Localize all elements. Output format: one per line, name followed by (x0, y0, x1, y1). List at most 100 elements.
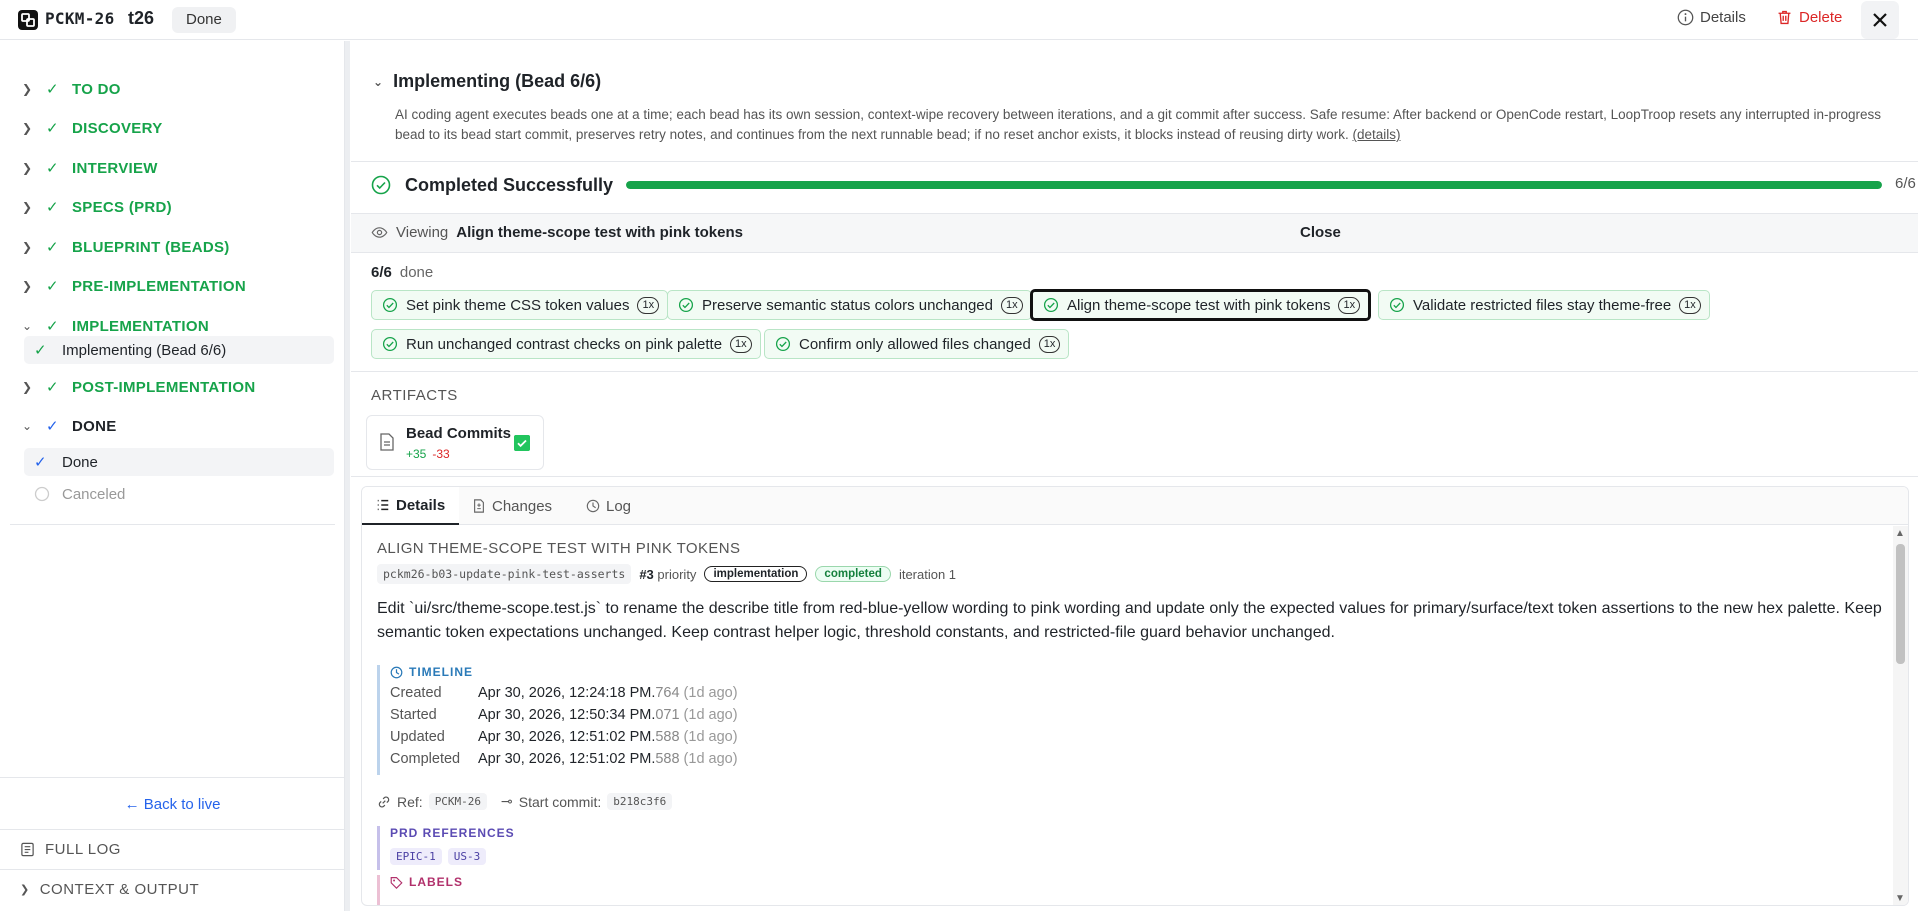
phase-interview[interactable]: ❯ ✓ INTERVIEW (22, 156, 158, 180)
check-icon: ✓ (46, 160, 59, 177)
scroll-down-icon[interactable]: ▼ (1895, 893, 1905, 904)
viewing-close-button[interactable]: Close (1300, 224, 1341, 241)
divider (351, 161, 1918, 162)
phase-label: DONE (72, 417, 117, 435)
check-icon: ✓ (46, 278, 59, 295)
delete-button[interactable]: Delete (1776, 9, 1842, 26)
scroll-up-icon[interactable]: ▲ (1895, 528, 1905, 539)
bead-multiplier: 1x (637, 296, 660, 314)
tab-log[interactable]: Log (572, 487, 645, 525)
artifact-card-bead-commits[interactable]: Bead Commits +35 -33 (366, 415, 544, 470)
labels-heading: LABELS (390, 875, 677, 889)
bead-chip[interactable]: Run unchanged contrast checks on pink pa… (371, 329, 761, 359)
commit-icon: ⊸ (501, 793, 513, 809)
bead-chip-active[interactable]: Align theme-scope test with pink tokens 1… (1030, 289, 1372, 321)
chevron-right-icon: ❯ (22, 200, 33, 214)
sidebar-resize-handle[interactable] (345, 41, 350, 911)
bead-chip[interactable]: Validate restricted files stay theme-fre… (1378, 290, 1710, 320)
full-log-button[interactable]: FULL LOG (20, 838, 121, 860)
bead-chip[interactable]: Set pink theme CSS token values 1x (371, 290, 669, 320)
start-commit-value: b218c3f6 (607, 793, 673, 810)
beads-count-value: 6/6 (371, 264, 392, 281)
chevron-down-icon: ⌄ (373, 74, 384, 89)
phase-label: SPECS (PRD) (72, 198, 172, 216)
timeline-value: Apr 30, 2026, 12:50:34 PM. (478, 707, 656, 723)
phase-label: PRE-IMPLEMENTATION (72, 277, 247, 295)
phase-pre-implementation[interactable]: ❯ ✓ PRE-IMPLEMENTATION (22, 274, 246, 298)
check-icon: ✓ (46, 81, 59, 98)
prd-ref-chip[interactable]: US-3 (447, 848, 487, 865)
bead-multiplier: 1x (730, 335, 752, 353)
check-circle-icon (1389, 297, 1405, 313)
beads-count: 6/6 done (371, 264, 433, 281)
check-circle-icon (371, 175, 391, 195)
timeline-section: TIMELINE Created Apr 30, 2026, 12:24:18 P… (377, 665, 977, 775)
prd-references-section: PRD REFERENCES EPIC-1 US-3 (377, 826, 677, 870)
phase-implementation[interactable]: ⌄ ✓ IMPLEMENTATION (22, 314, 209, 338)
sidebar-item-implementing[interactable]: ✓ Implementing (Bead 6/6) (24, 336, 334, 364)
bead-description: Edit `ui/src/theme-scope.test.js` to ren… (377, 600, 1882, 641)
scrollbar[interactable]: ▲ ▼ (1893, 526, 1908, 905)
bead-chip[interactable]: Preserve semantic status colors unchange… (667, 290, 1032, 320)
stage-description: AI coding agent executes beads one at a … (395, 105, 1895, 145)
completed-label: Completed Successfully (405, 174, 614, 195)
check-icon: ✓ (46, 120, 59, 137)
phase-todo[interactable]: ❯ ✓ TO DO (22, 77, 121, 101)
clock-icon (390, 666, 403, 678)
check-icon: ✓ (34, 342, 47, 359)
check-icon: ✓ (34, 454, 47, 471)
progress-fill (626, 181, 1882, 189)
sidebar-item-canceled[interactable]: Canceled (24, 480, 334, 508)
stage-header[interactable]: ⌄ Implementing (Bead 6/6) (373, 71, 601, 92)
details-button[interactable]: Details (1677, 9, 1746, 26)
bead-title: ALIGN THEME-SCOPE TEST WITH PINK TOKENS (377, 540, 741, 557)
details-link[interactable]: (details) (1353, 127, 1401, 142)
lines-removed: -33 (432, 447, 450, 461)
phase-done[interactable]: ⌄ ✓ DONE (22, 414, 117, 438)
bead-label: Set pink theme CSS token values (406, 296, 630, 314)
prd-ref-chip[interactable]: EPIC-1 (390, 848, 442, 865)
close-icon (1873, 13, 1887, 27)
bead-chip[interactable]: Confirm only allowed files changed 1x (764, 329, 1070, 359)
divider (351, 476, 1918, 477)
back-to-live-link[interactable]: ← Back to live (0, 796, 345, 813)
close-button[interactable] (1861, 1, 1899, 39)
phase-specs[interactable]: ❯ ✓ SPECS (PRD) (22, 195, 172, 219)
artifact-diff: +35 -33 (406, 447, 450, 461)
progress-bar (626, 181, 1882, 189)
ref-label: Ref: (397, 793, 423, 810)
chevron-down-icon: ⌄ (22, 419, 33, 433)
artifacts-heading: ARTIFACTS (371, 387, 458, 404)
details-content: ALIGN THEME-SCOPE TEST WITH PINK TOKENS … (362, 526, 1897, 905)
status-tag: completed (815, 566, 891, 582)
tab-label: Details (396, 496, 446, 514)
check-icon: ✓ (46, 199, 59, 216)
check-circle-icon (678, 297, 694, 313)
log-icon (586, 499, 600, 513)
phase-post-implementation[interactable]: ❯ ✓ POST-IMPLEMENTATION (22, 375, 255, 399)
divider (0, 829, 345, 830)
start-commit-label: Start commit: (518, 793, 602, 810)
check-circle-icon (382, 336, 398, 352)
list-icon (377, 499, 389, 511)
viewing-bead-name: Align theme-scope test with pink tokens (456, 224, 743, 241)
bead-label: Run unchanged contrast checks on pink pa… (406, 335, 723, 353)
scrollbar-thumb[interactable] (1896, 544, 1905, 664)
chevron-right-icon: ❯ (22, 279, 33, 293)
timeline-ms: 588 (655, 729, 680, 745)
context-output-toggle[interactable]: ❯ CONTEXT & OUTPUT (20, 878, 199, 900)
phase-blueprint[interactable]: ❯ ✓ BLUEPRINT (BEADS) (22, 235, 230, 259)
top-bar: PCKM-26 t26 Done Details Delete (0, 0, 1918, 40)
sidebar-item-label: Canceled (62, 485, 126, 503)
bead-priority: #3 priority (639, 567, 696, 582)
labels-section: LABELS (377, 875, 677, 905)
tab-bar: Details Changes Log (362, 487, 1908, 525)
phase-discovery[interactable]: ❯ ✓ DISCOVERY (22, 116, 163, 140)
ref-value: PCKM-26 (428, 793, 488, 810)
timeline-ms: 588 (655, 751, 680, 767)
tab-details[interactable]: Details (362, 487, 460, 525)
ticket-id: t26 (128, 8, 155, 28)
sidebar-item-done[interactable]: ✓ Done (24, 448, 334, 476)
bead-meta: pckm26-b03-update-pink-test-asserts #3 p… (377, 564, 956, 584)
tab-changes[interactable]: Changes (458, 487, 566, 525)
